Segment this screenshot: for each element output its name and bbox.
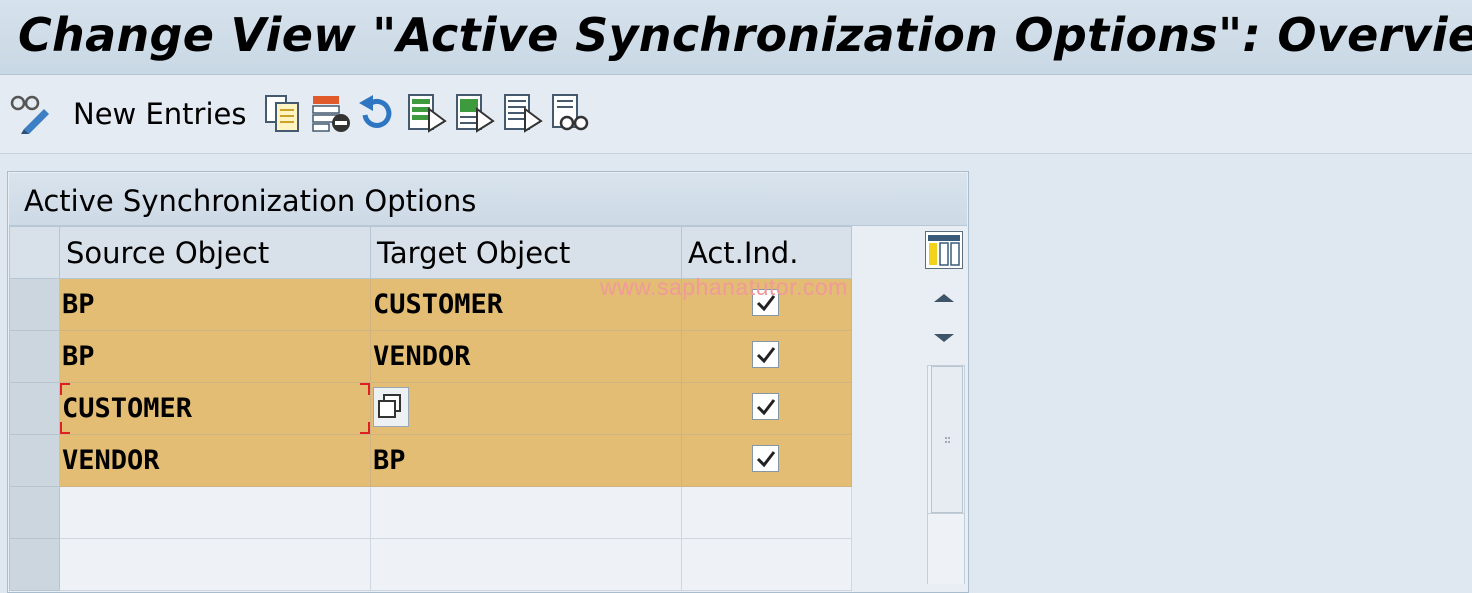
row-selector[interactable]	[9, 434, 60, 487]
focus-corner-top-right	[360, 383, 370, 395]
display-change-icon[interactable]	[10, 93, 50, 134]
delete-icon[interactable]	[311, 93, 351, 133]
vertical-scrollbar-track[interactable]	[927, 365, 965, 514]
target-object-cell[interactable]	[370, 538, 682, 591]
source-object-cell[interactable]: BP	[59, 278, 371, 331]
table-row-empty	[9, 538, 852, 591]
source-object-cell[interactable]	[59, 486, 371, 539]
table-row-empty	[9, 486, 852, 539]
select-block-icon[interactable]	[455, 93, 495, 133]
target-object-cell[interactable]	[370, 382, 682, 435]
row-selector[interactable]	[9, 382, 60, 435]
column-header-target-object[interactable]: Target Object	[370, 226, 682, 279]
vertical-scrollbar-thumb[interactable]	[931, 366, 963, 513]
table-control-panel: Active Synchronization Options Source Ob…	[7, 171, 969, 593]
watermark: www.saphanatutor.com	[600, 274, 848, 300]
table-header-row: Source Object Target Object Act.Ind.	[9, 226, 852, 279]
page-title: Change View "Active Synchronization Opti…	[18, 8, 1472, 62]
active-checkbox[interactable]	[752, 445, 779, 472]
active-checkbox[interactable]	[752, 393, 779, 420]
focus-corner-top-left	[60, 383, 70, 395]
active-checkbox[interactable]	[752, 341, 779, 368]
checkmark-icon	[756, 399, 776, 416]
value-help-icon	[378, 394, 401, 418]
target-object-cell[interactable]	[370, 486, 682, 539]
column-header-source-object[interactable]: Source Object	[59, 226, 371, 279]
scroll-down-icon[interactable]	[929, 323, 959, 353]
title-bar: Change View "Active Synchronization Opti…	[0, 0, 1472, 75]
table-title-bar: Active Synchronization Options	[9, 173, 967, 226]
focus-corner-bottom-left	[60, 422, 70, 434]
print-preview-icon[interactable]	[550, 93, 590, 133]
value-help-button[interactable]	[373, 387, 409, 427]
new-entries-button[interactable]: New Entries	[73, 97, 246, 131]
application-toolbar: New Entries	[0, 75, 1472, 154]
select-all-icon[interactable]	[407, 93, 447, 133]
undo-icon[interactable]	[357, 93, 397, 133]
source-object-cell[interactable]: BP	[59, 330, 371, 383]
source-object-cell[interactable]: CUSTOMER	[59, 382, 371, 435]
checkmark-icon	[756, 451, 776, 468]
row-selector[interactable]	[9, 538, 60, 591]
table-row: CUSTOMER	[9, 382, 852, 435]
target-object-cell[interactable]: BP	[370, 434, 682, 487]
column-header-act-ind[interactable]: Act.Ind.	[681, 226, 852, 279]
act-ind-cell	[681, 434, 852, 487]
focus-corner-bottom-right	[360, 422, 370, 434]
grip-icon	[945, 437, 950, 443]
table-row: BP VENDOR	[9, 330, 852, 383]
act-ind-cell	[681, 538, 852, 591]
act-ind-cell	[681, 382, 852, 435]
target-object-cell[interactable]: VENDOR	[370, 330, 682, 383]
act-ind-cell	[681, 486, 852, 539]
row-selector[interactable]	[9, 486, 60, 539]
select-all-rows-cell[interactable]	[9, 226, 60, 279]
source-object-cell[interactable]: VENDOR	[59, 434, 371, 487]
table-title: Active Synchronization Options	[24, 184, 477, 218]
vertical-scrollbar-lower[interactable]	[927, 514, 965, 584]
deselect-all-icon[interactable]	[503, 93, 543, 133]
row-selector[interactable]	[9, 278, 60, 331]
column-settings-icon[interactable]	[925, 231, 963, 269]
row-selector[interactable]	[9, 330, 60, 383]
act-ind-cell	[681, 330, 852, 383]
source-object-cell[interactable]	[59, 538, 371, 591]
checkmark-icon	[756, 347, 776, 364]
table-row: VENDOR BP	[9, 434, 852, 487]
copy-icon[interactable]	[264, 93, 304, 133]
scroll-up-icon[interactable]	[929, 283, 959, 313]
